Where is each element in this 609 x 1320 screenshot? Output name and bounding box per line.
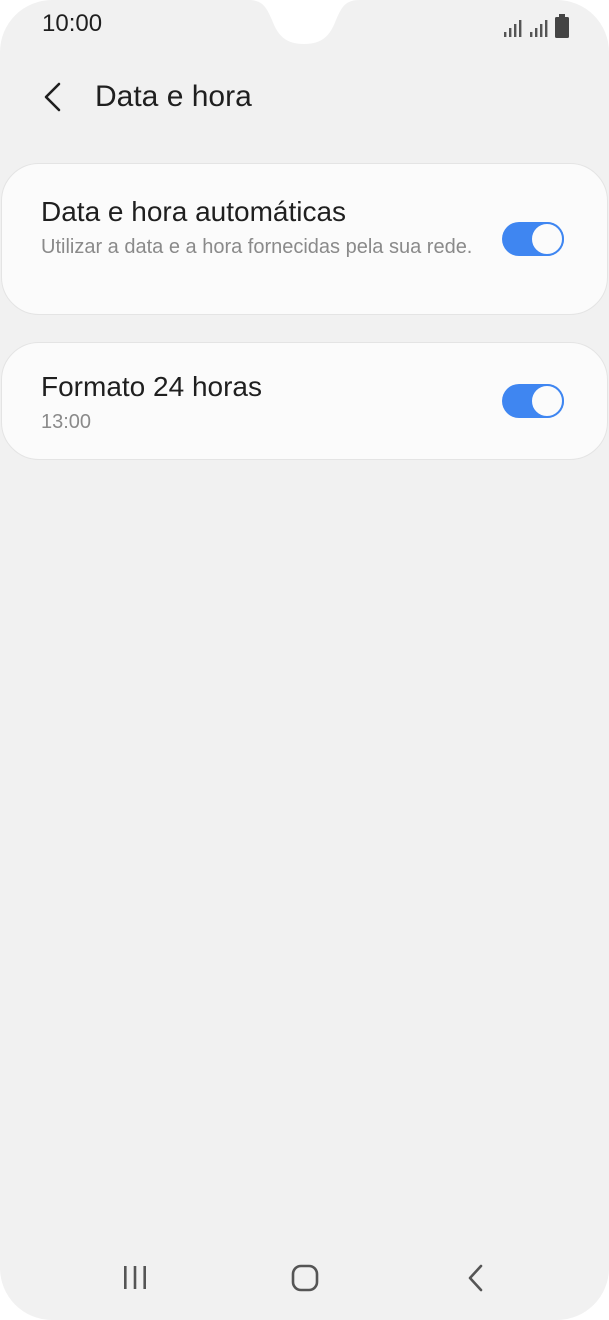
- status-bar: 10:00: [0, 0, 609, 52]
- setting-title: Formato 24 horas: [41, 371, 262, 402]
- setting-description: 13:00: [41, 411, 92, 433]
- navigation-bar: [0, 1246, 609, 1312]
- back-icon[interactable]: [456, 1260, 496, 1296]
- toggle-knob: [530, 222, 564, 256]
- camera-notch: [248, 0, 360, 44]
- status-icons: [503, 12, 569, 38]
- chevron-left-icon[interactable]: [38, 80, 68, 114]
- page-title: Data e hora: [95, 80, 252, 113]
- recent-apps-icon[interactable]: [115, 1260, 155, 1296]
- signal-icon: [504, 20, 522, 37]
- 24-hour-format-toggle[interactable]: [502, 384, 564, 418]
- home-icon[interactable]: [285, 1260, 325, 1296]
- battery-icon: [555, 14, 569, 38]
- auto-date-time-toggle[interactable]: [502, 222, 564, 256]
- setting-description: Utilizar a data e a hora fornecidas pela…: [41, 236, 473, 258]
- auto-date-time-setting[interactable]: Data e hora automáticas Utilizar a data …: [1, 163, 608, 315]
- 24-hour-format-setting[interactable]: Formato 24 horas 13:00: [1, 342, 608, 460]
- setting-title: Data e hora automáticas: [41, 196, 347, 227]
- app-header: Data e hora: [0, 66, 609, 130]
- status-time: 10:00: [42, 10, 103, 37]
- phone-screen: 10:00 Data e hora Data e hora automática…: [0, 0, 609, 1320]
- toggle-knob: [530, 384, 564, 418]
- signal-icon: [530, 20, 548, 37]
